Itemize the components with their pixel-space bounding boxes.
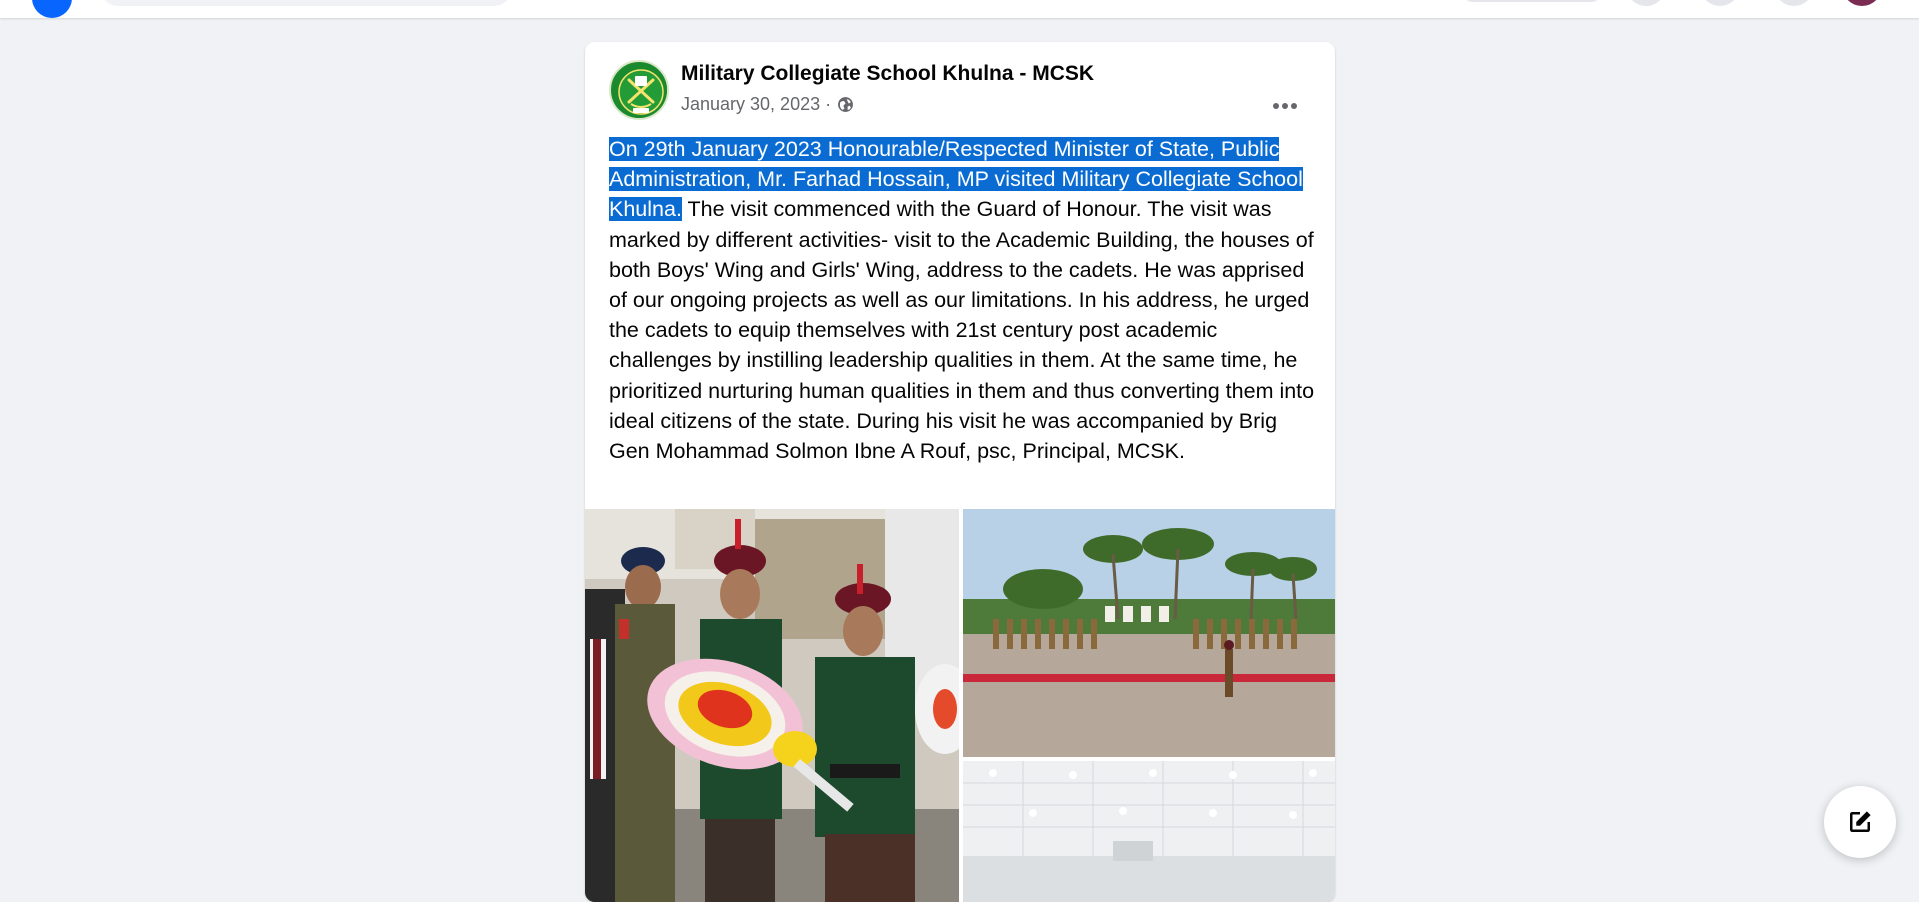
post-card: Military Collegiate School Khulna - MCSK… — [585, 42, 1335, 902]
page-avatar[interactable] — [609, 60, 669, 120]
menu-icon[interactable] — [1626, 0, 1666, 6]
post-more-options-button[interactable] — [1265, 86, 1305, 126]
search-input[interactable] — [100, 0, 512, 6]
post-photo-2[interactable] — [963, 509, 1335, 757]
top-navigation-bar — [0, 0, 1919, 18]
post-date[interactable]: January 30, 2023 — [681, 94, 820, 115]
profile-avatar-icon[interactable] — [1842, 0, 1882, 6]
meta-separator: · — [825, 94, 832, 114]
post-meta: January 30, 2023 · — [681, 94, 854, 115]
more-horizontal-icon — [1273, 103, 1297, 109]
hall-photo — [963, 761, 1335, 902]
post-body-rest: The visit commenced with the Guard of Ho… — [609, 197, 1315, 464]
post-author-name[interactable]: Military Collegiate School Khulna - MCSK — [681, 62, 1094, 86]
parade-photo — [963, 509, 1335, 757]
post-photo-3[interactable] — [963, 761, 1335, 902]
top-nav-pill-button[interactable] — [1462, 0, 1602, 2]
post-photo-1[interactable] — [585, 509, 959, 902]
notifications-icon[interactable] — [1774, 0, 1814, 6]
messenger-icon[interactable] — [1700, 0, 1740, 6]
globe-icon[interactable] — [837, 96, 854, 113]
compose-icon — [1850, 811, 1871, 832]
mcsk-crest-icon — [612, 63, 667, 118]
facebook-logo-icon[interactable] — [32, 0, 72, 18]
post-body-text: On 29th January 2023 Honourable/Respecte… — [609, 134, 1315, 466]
new-message-button[interactable] — [1824, 786, 1896, 858]
cadets-bouquet-photo — [585, 509, 959, 902]
